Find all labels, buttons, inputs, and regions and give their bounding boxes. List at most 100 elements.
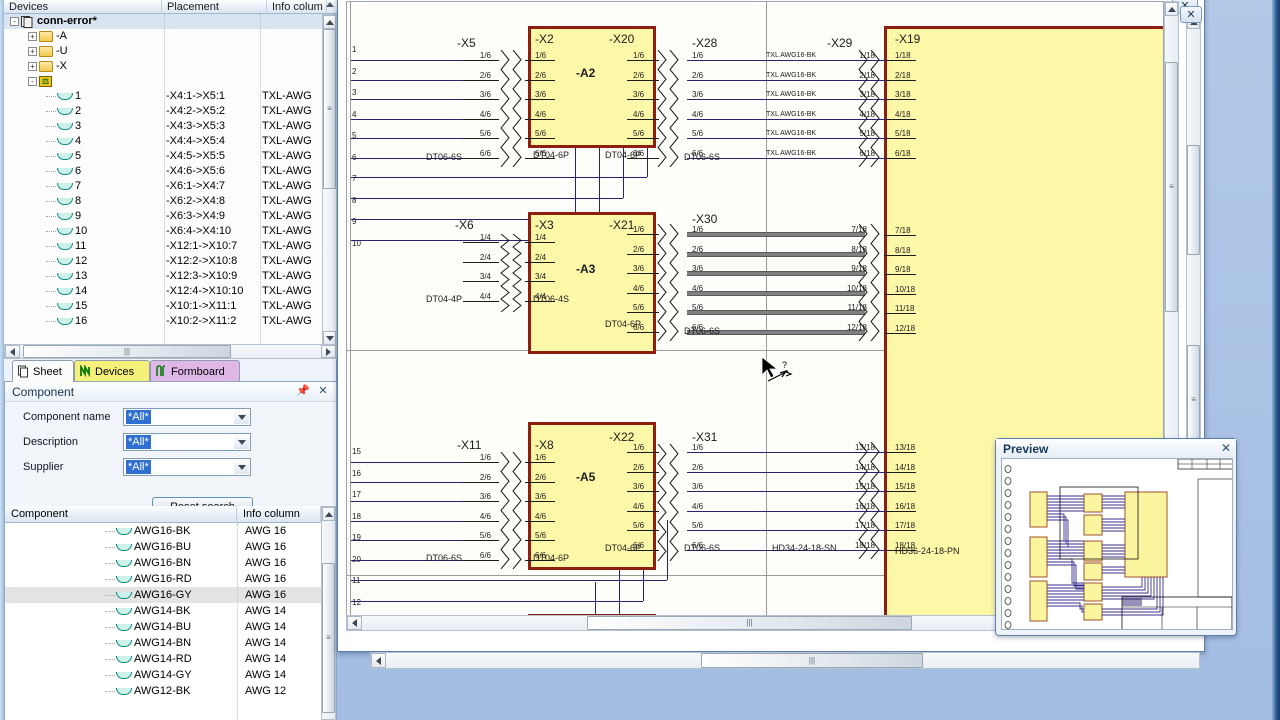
workspace-scroll-thumb-a[interactable] [1187,145,1200,255]
component-list-header: Component Info column [5,505,336,523]
tree-row[interactable]: 10 -X6:4->X4:10 TXL-AWG [4,224,322,239]
tree-scroll-up-button[interactable] [323,15,336,29]
pin-label-X19: 14/18 [895,462,916,472]
component-list-vscrollbar[interactable]: ≡ [321,506,336,720]
tree-scroll-left-button[interactable] [5,345,20,358]
tree-row[interactable]: 16 -X10:2->X11:2 TXL-AWG [4,314,322,329]
tree-row[interactable]: + -A [4,29,322,44]
tree-expander[interactable]: - [28,77,37,86]
component-list-item[interactable]: AWG14-BN AWG 14 [5,635,321,651]
tab-devices[interactable]: Devices [74,360,150,382]
chevron-down-icon[interactable] [234,410,249,424]
component-list-item[interactable]: AWG16-BN AWG 16 [5,555,321,571]
connector-X31-label: -X31 [692,430,718,444]
complist-scroll-up-button[interactable] [322,507,335,521]
tree-row[interactable]: 3 -X4:3->X5:3 TXL-AWG [4,119,322,134]
tree-dotline [105,546,115,548]
tree-expander[interactable]: + [28,62,37,71]
chevron-down-icon[interactable] [234,460,249,474]
component-list-item[interactable]: AWG16-RD AWG 16 [5,571,321,587]
wire-segment [351,540,463,541]
drawing-hscroll-thumb[interactable]: ||| [587,616,912,630]
tab-formboard[interactable]: Formboard [150,360,240,382]
tree-row[interactable]: - conn-error* [4,14,322,29]
preview-titlebar[interactable]: Preview ✕ [996,439,1236,458]
complist-col-info[interactable]: Info column [237,505,321,523]
tree-row[interactable]: 5 -X4:5->X5:5 TXL-AWG [4,149,322,164]
pin-label-X20: 5/6 [633,129,645,138]
pin-icon[interactable]: 📌 [296,385,310,399]
tree-col-info[interactable]: Info colum [267,0,327,14]
wire-icon [57,167,73,176]
tree-row[interactable]: + -U [4,44,322,59]
tree-col-placement[interactable]: Placement [162,0,267,14]
component-item-name: AWG14-GY [105,667,192,683]
component-list-item[interactable]: AWG14-GY AWG 14 [5,667,321,683]
preview-thumbnail-image [1002,459,1232,629]
workspace-hscroll-thumb[interactable]: ||| [701,653,923,668]
component-list-item[interactable]: AWG16-BU AWG 16 [5,539,321,555]
tree-row[interactable]: 6 -X4:6->X5:6 TXL-AWG [4,164,322,179]
tree-row[interactable]: 14 -X12:4->X10:10 TXL-AWG [4,284,322,299]
component-list-item[interactable]: AWG14-BK AWG 14 [5,603,321,619]
component-list[interactable]: AWG16-BK AWG 16 AWG16-BU AWG 16 AWG16-BN AWG … [5,523,321,720]
workspace-close-button[interactable]: ✕ [1180,6,1202,23]
tree-row[interactable]: 12 -X12:2->X10:8 TXL-AWG [4,254,322,269]
tree-row-info: TXL-AWG [262,255,312,267]
workspace-scroll-left-button[interactable] [371,653,386,668]
description-combo[interactable]: *All* [123,433,251,451]
tree-row[interactable]: 9 -X6:3->X4:9 TXL-AWG [4,209,322,224]
component-list-item[interactable]: AWG14-BU AWG 14 [5,619,321,635]
supplier-combo[interactable]: *All* [123,458,251,476]
tree-row[interactable]: 11 -X12:1->X10:7 TXL-AWG [4,239,322,254]
tree-row[interactable]: 13 -X12:3->X10:9 TXL-AWG [4,269,322,284]
tree-hscrollbar[interactable]: ||| [4,344,337,359]
tree-row[interactable]: + -X [4,59,322,74]
tree-vscrollbar[interactable]: ≡ [322,14,337,345]
tree-row[interactable]: 7 -X6:1->X4:7 TXL-AWG [4,179,322,194]
chevron-down-icon[interactable] [234,435,249,449]
drawing-scroll-up-button[interactable] [1165,2,1178,16]
complist-scroll-thumb[interactable]: ≡ [322,563,335,713]
tree-row[interactable]: 4 -X4:4->X5:4 TXL-AWG [4,134,322,149]
tree-col-devices[interactable]: Devices [4,0,162,14]
component-list-item[interactable]: AWG14-RD AWG 14 [5,651,321,667]
tree-expander[interactable]: + [28,32,37,41]
tree-expander[interactable]: - [10,17,19,26]
sheet-border-left [350,2,351,624]
tree-dotline [46,261,56,262]
pin-label-X19: 9/18 [895,265,911,274]
component-name-combo[interactable]: *All* [123,408,251,426]
tree-hscroll-thumb[interactable]: ||| [23,345,231,358]
tree-expander[interactable]: + [28,47,37,56]
tree-scroll-right-button[interactable] [321,345,336,358]
drawing-scroll-thumb[interactable]: ≡ [1165,62,1178,312]
tree-row[interactable]: - ⚖ [4,74,322,89]
component-list-item[interactable]: AWG12-BK AWG 12 [5,683,321,699]
close-icon[interactable]: ✕ [1221,441,1231,455]
drawing-scroll-left-button[interactable] [347,616,362,630]
workspace-hscrollbar[interactable]: ||| [370,652,1200,669]
description-value: *All* [126,435,151,449]
tree-scroll-thumb[interactable]: ≡ [323,29,336,189]
pin-label-X20: 3/6 [633,90,645,99]
wire-icon [116,687,132,696]
grip-icon: ≡ [1169,182,1174,191]
pin-label-X31: 1/6 [692,443,704,452]
pin-label-X11: 4/6 [479,511,491,521]
connector-X3-label: -X3 [535,218,554,232]
device-tree[interactable]: - conn-error* + -A + -U + -X - ⚖ 1 -X4:1->X5:1 TXL-A… [4,14,322,344]
tab-sheet[interactable]: Sheet [12,360,74,382]
complist-col-component[interactable]: Component [5,505,237,523]
component-list-item[interactable]: AWG16-GY AWG 16 [5,587,321,603]
component-item-info: AWG 16 [245,525,287,537]
tree-row[interactable]: 2 -X4:2->X5:2 TXL-AWG [4,104,322,119]
preview-thumbnail[interactable] [1001,458,1233,630]
close-icon[interactable]: ✕ [316,385,330,399]
tree-row[interactable]: 1 -X4:1->X5:1 TXL-AWG [4,89,322,104]
tree-row[interactable]: 15 -X10:1->X11:1 TXL-AWG [4,299,322,314]
tree-scroll-down-button[interactable] [323,331,336,345]
pin-line-X19 [884,452,916,453]
tree-row[interactable]: 8 -X6:2->X4:8 TXL-AWG [4,194,322,209]
component-list-item[interactable]: AWG16-BK AWG 16 [5,523,321,539]
